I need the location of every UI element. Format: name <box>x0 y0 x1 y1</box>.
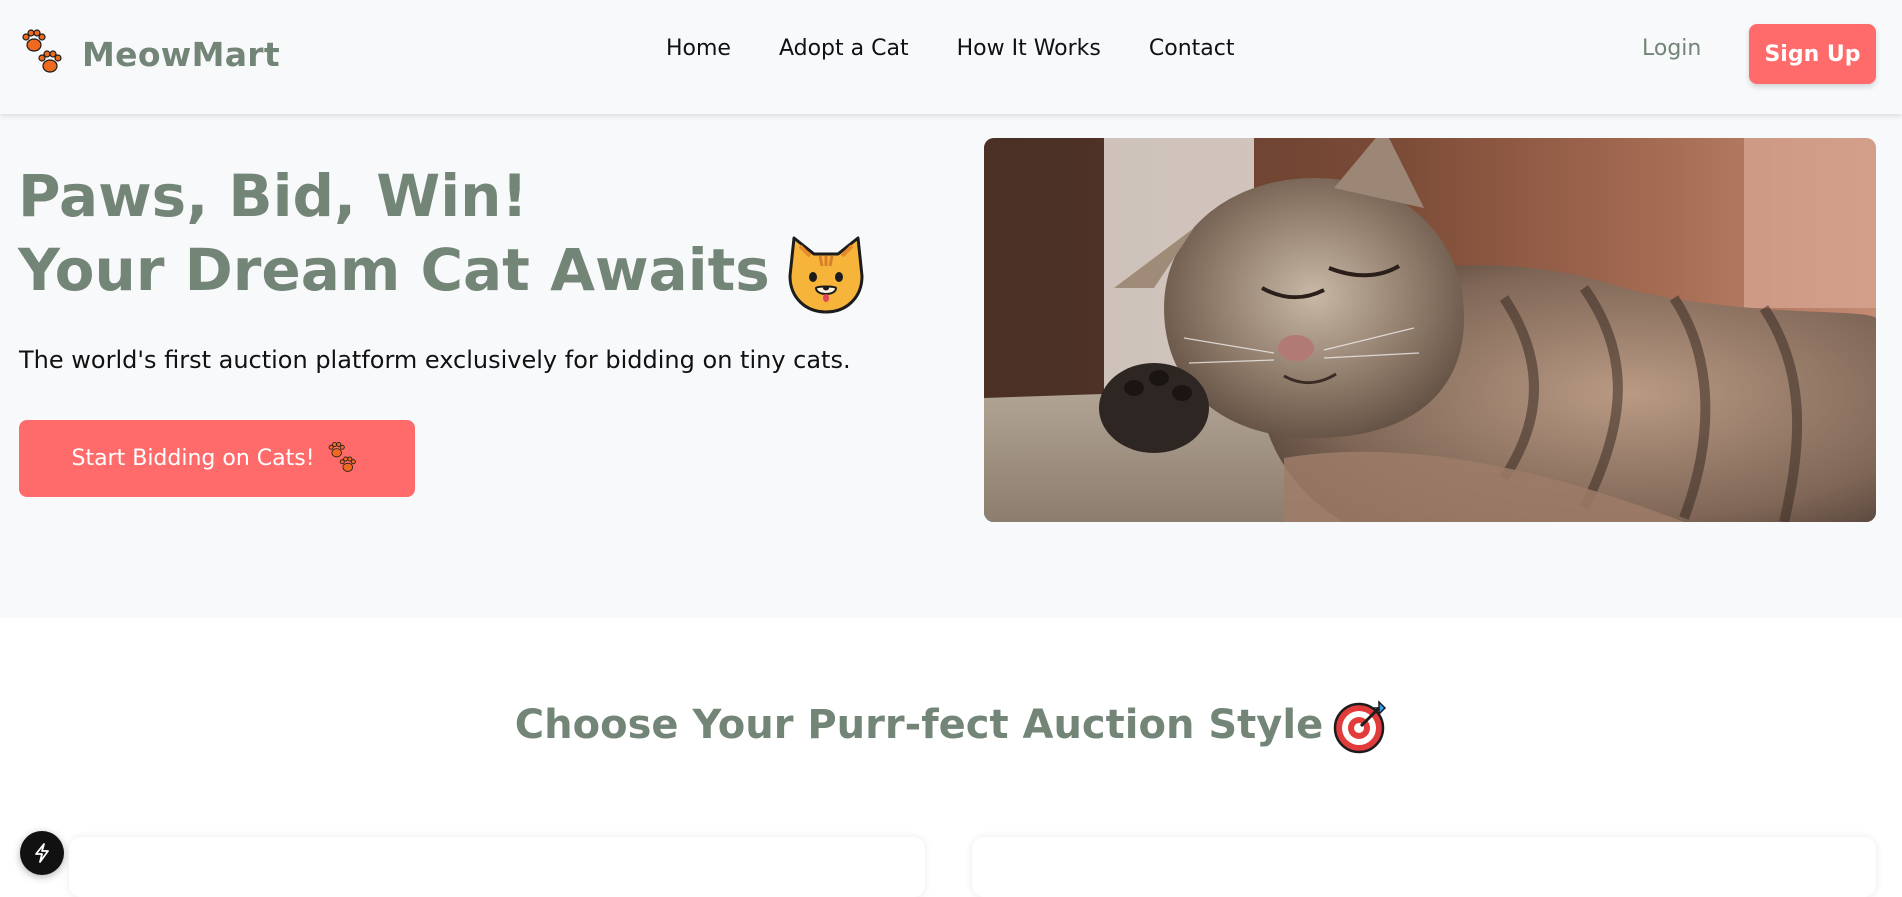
nav-contact[interactable]: Contact <box>1149 36 1235 61</box>
brand-name: MeowMart <box>82 34 280 74</box>
lightning-icon <box>35 843 49 863</box>
paw-prints-icon <box>328 441 356 472</box>
main-nav: Home Adopt a Cat How It Works Contact <box>666 36 1234 61</box>
nav-home[interactable]: Home <box>666 36 731 61</box>
signup-button[interactable]: Sign Up <box>1749 24 1876 84</box>
hero-title: Paws, Bid, Win! Your Dream Cat Awaits <box>18 160 868 316</box>
auction-style-card[interactable] <box>69 837 925 897</box>
auction-style-card[interactable] <box>972 837 1876 897</box>
hero-title-line2: Your Dream Cat Awaits <box>18 232 868 316</box>
hero-kitten-image <box>984 138 1876 522</box>
nav-how-it-works[interactable]: How It Works <box>957 36 1101 61</box>
login-link[interactable]: Login <box>1642 36 1701 61</box>
auction-style-title: Choose Your Purr-fect Auction Style <box>0 700 1902 754</box>
hero-title-line2-text: Your Dream Cat Awaits <box>18 236 770 305</box>
hero-section: Paws, Bid, Win! Your Dream Cat Awaits Th… <box>0 114 1902 618</box>
start-bidding-label: Start Bidding on Cats! <box>71 446 315 471</box>
cat-face-icon <box>788 236 864 314</box>
auction-style-title-text: Choose Your Purr-fect Auction Style <box>514 702 1324 748</box>
brand-logo[interactable]: MeowMart <box>20 26 280 82</box>
start-bidding-button[interactable]: Start Bidding on Cats! <box>19 420 415 497</box>
target-icon <box>1333 700 1387 754</box>
quick-action-button[interactable] <box>20 831 64 875</box>
nav-adopt-a-cat[interactable]: Adopt a Cat <box>779 36 909 61</box>
hero-title-line1: Paws, Bid, Win! <box>18 162 528 230</box>
top-navbar: MeowMart Home Adopt a Cat How It Works C… <box>0 0 1902 114</box>
paw-prints-icon <box>22 29 62 73</box>
hero-subtitle: The world's first auction platform exclu… <box>19 346 851 374</box>
